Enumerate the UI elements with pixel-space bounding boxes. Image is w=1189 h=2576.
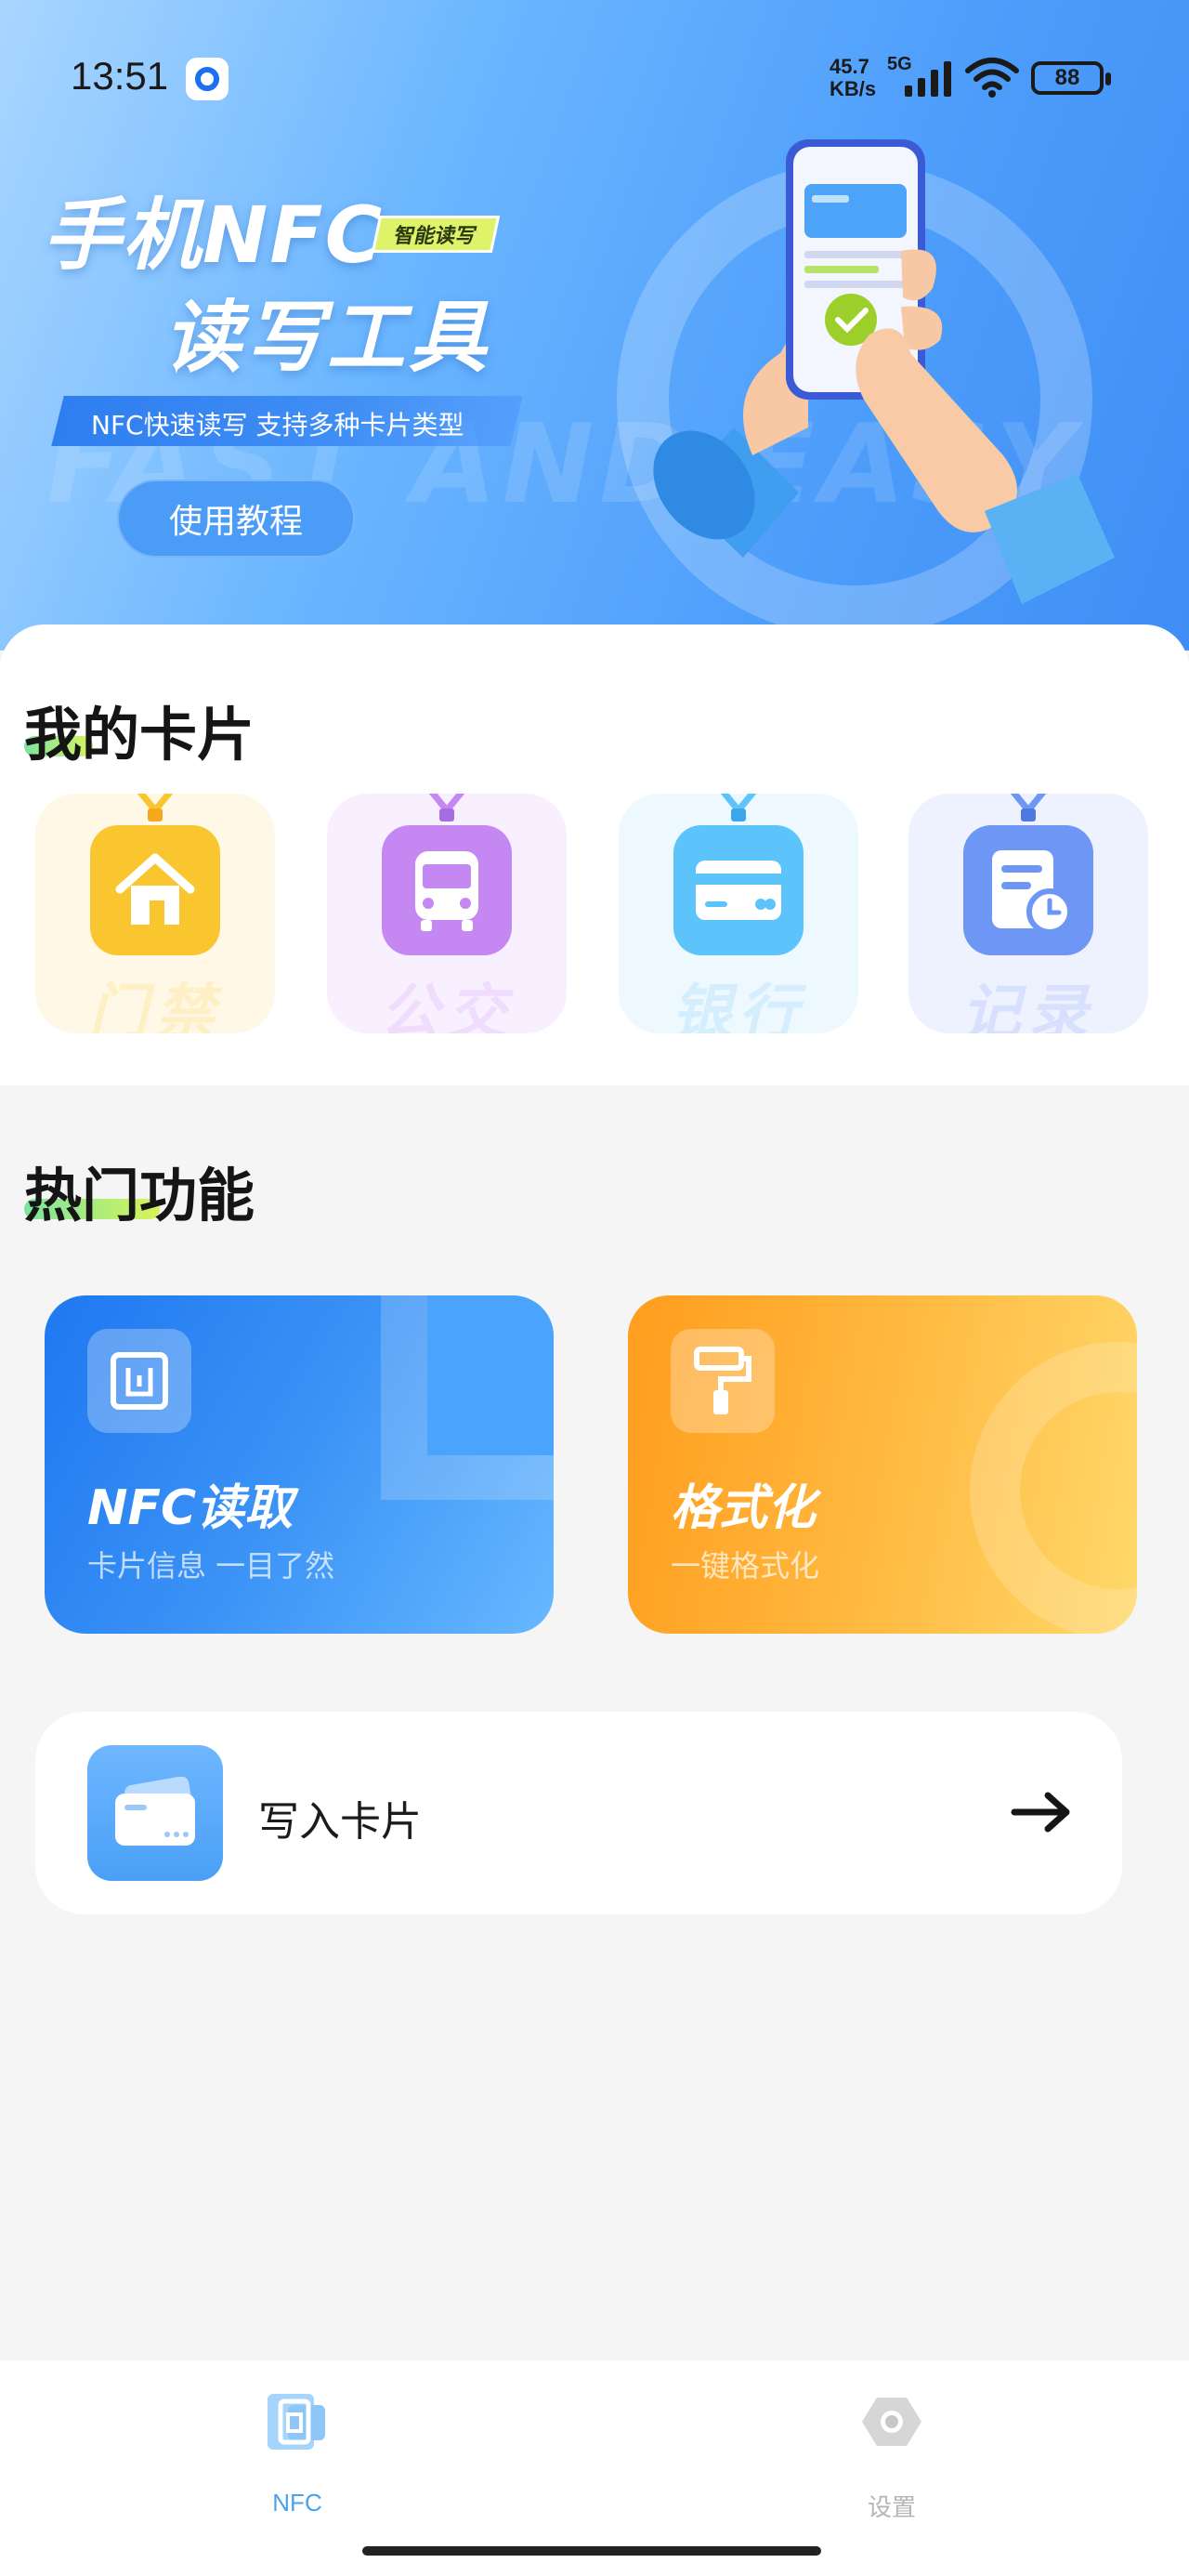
card-tile-label: 门禁	[88, 979, 222, 1033]
feature-title: 格式化	[671, 1480, 817, 1536]
format-card[interactable]: 格式化 一键格式化	[628, 1295, 1137, 1634]
lanyard-icon	[720, 794, 757, 821]
wifi-icon	[965, 58, 1019, 98]
card-tile-records[interactable]: 记录	[908, 794, 1148, 1033]
write-card-row[interactable]: 写入卡片	[35, 1712, 1122, 1914]
home-indicator[interactable]	[362, 2546, 821, 2556]
settings-hex-icon	[862, 2398, 921, 2446]
house-icon	[90, 825, 220, 955]
tab-nfc[interactable]: NFC	[223, 2388, 372, 2537]
card-tile-label: 记录	[961, 979, 1095, 1033]
bottom-nav: NFC 设置	[0, 2360, 1189, 2576]
tab-label: 设置	[867, 2493, 916, 2521]
nfc-chip-icon	[87, 1329, 191, 1433]
card-tile-bank[interactable]: 银行	[619, 794, 858, 1033]
tutorial-button[interactable]: 使用教程	[117, 480, 355, 558]
lanyard-icon	[137, 794, 174, 821]
card-write-icon	[87, 1745, 223, 1881]
nfc-tab-icon	[268, 2394, 325, 2450]
hero-banner: 13:51 45.7 KB/s 5G 88 FAST AND EASY 手机NF…	[0, 0, 1189, 651]
banner-tag: 智能读写	[371, 216, 501, 253]
hand-holding-phone-illustration	[617, 139, 1115, 637]
banner-title-line2: 读写工具	[163, 292, 491, 383]
status-time: 13:51	[71, 54, 169, 98]
banner-title-line1: 手机NFC	[43, 190, 385, 281]
bus-icon	[382, 825, 512, 955]
my-cards-title: 我的卡片	[24, 701, 255, 769]
battery-indicator: 88	[1031, 61, 1111, 95]
lanyard-icon	[428, 794, 465, 821]
record-clock-icon	[963, 825, 1093, 955]
card-tile-label: 公交	[380, 979, 514, 1033]
card-tile-bus[interactable]: 公交	[327, 794, 567, 1033]
card-tile-label: 银行	[672, 979, 805, 1033]
paint-roller-icon	[671, 1329, 775, 1433]
lanyard-icon	[1010, 794, 1047, 821]
arrow-right-icon	[1011, 1792, 1070, 1833]
notification-app-icon	[186, 58, 229, 100]
tab-label: NFC	[272, 2489, 322, 2517]
hot-features-title: 热门功能	[24, 1162, 255, 1229]
card-decoration	[970, 1342, 1137, 1634]
write-card-label: 写入卡片	[258, 1798, 422, 1846]
nfc-app-home: 13:51 45.7 KB/s 5G 88 FAST AND EASY 手机NF…	[0, 0, 1189, 2576]
network-speed: 45.7 KB/s	[830, 55, 877, 100]
feature-subtitle: 一键格式化	[671, 1548, 820, 1584]
cell-signal-icon	[905, 61, 951, 97]
card-decoration	[427, 1295, 554, 1455]
bank-card-icon	[673, 825, 804, 955]
banner-subtitle: NFC快速读写 支持多种卡片类型	[91, 410, 464, 440]
card-tile-access[interactable]: 门禁	[35, 794, 275, 1033]
feature-subtitle: 卡片信息 一目了然	[87, 1548, 335, 1584]
nfc-read-card[interactable]: NFC读取 卡片信息 一目了然	[45, 1295, 554, 1634]
tab-settings[interactable]: 设置	[817, 2388, 966, 2537]
feature-title: NFC读取	[87, 1480, 294, 1536]
